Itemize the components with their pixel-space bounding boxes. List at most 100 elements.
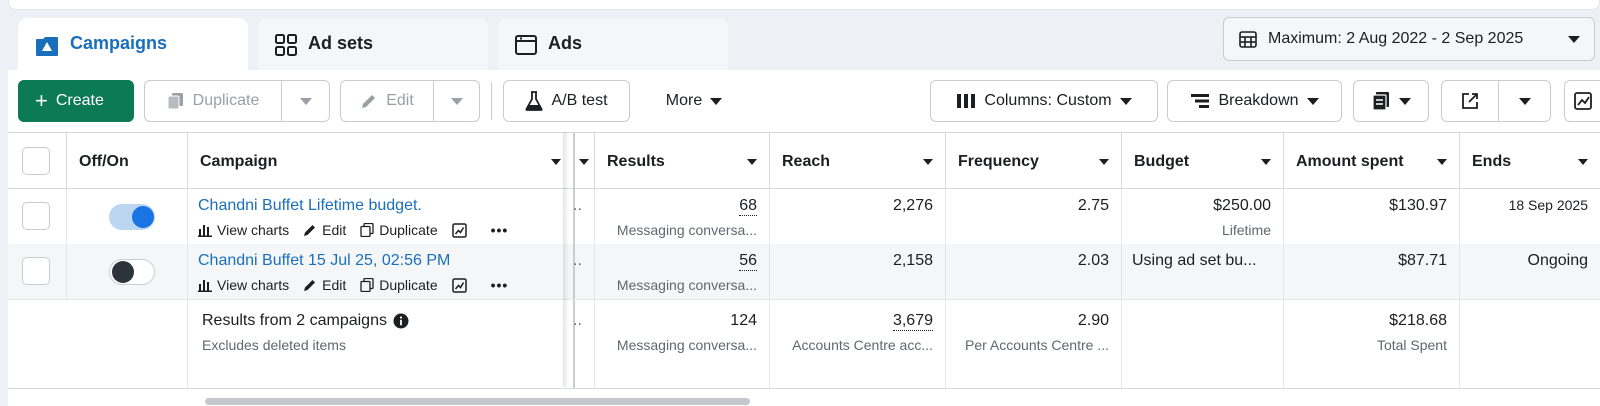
amount-spent-value: $130.97 <box>1389 197 1447 214</box>
create-label: Create <box>55 92 104 109</box>
reports-button[interactable] <box>1353 80 1429 122</box>
date-range-button[interactable]: Maximum: 2 Aug 2022 - 2 Sep 2025 <box>1223 17 1595 61</box>
reach-value: 2,158 <box>892 252 933 269</box>
chevron-down-icon <box>1519 97 1531 105</box>
export-button[interactable] <box>1442 81 1498 121</box>
ends-value: Ongoing <box>1527 252 1589 269</box>
tab-campaigns[interactable]: Campaigns <box>18 18 248 78</box>
results-cell: 68 Messaging conversa... <box>595 189 770 244</box>
duplicate-icon <box>360 278 374 292</box>
duplicate-icon <box>167 93 183 110</box>
column-header-budget[interactable]: Budget <box>1122 133 1284 190</box>
summary-results-cell: 124 Messaging conversa... <box>595 300 770 388</box>
more-button[interactable]: More <box>644 80 744 122</box>
charts-button[interactable] <box>1564 80 1600 122</box>
summary-subtitle: Excludes deleted items <box>202 337 346 353</box>
edit-button[interactable]: Edit <box>341 81 433 121</box>
tab-ad-sets[interactable]: Ad sets <box>258 18 488 78</box>
amount-spent-cell: $130.97 <box>1284 189 1460 244</box>
chart-trend-action[interactable] <box>451 277 467 293</box>
summary-amount-spent: $218.68 <box>1389 312 1447 329</box>
duplicate-button[interactable]: Duplicate <box>145 81 281 121</box>
row-checkbox[interactable] <box>22 257 50 285</box>
results-value[interactable]: 68 <box>739 197 757 216</box>
frequency-cell: 2.75 <box>946 189 1122 244</box>
row-checkbox[interactable] <box>22 202 50 230</box>
header-label: Off/On <box>79 152 129 170</box>
export-icon <box>1462 93 1478 109</box>
view-charts-action[interactable]: View charts <box>198 277 289 293</box>
budget-cell[interactable]: Using ad set bu... <box>1122 244 1284 299</box>
column-header-ends[interactable]: Ends <box>1460 133 1600 190</box>
more-options-icon[interactable]: ••• <box>491 222 509 238</box>
hidden-cell: .. <box>573 300 595 388</box>
column-header-amount-spent[interactable]: Amount spent <box>1284 133 1460 190</box>
edit-dropdown[interactable] <box>434 81 480 121</box>
select-all-checkbox[interactable] <box>22 147 50 175</box>
reports-icon <box>1372 92 1389 111</box>
budget-cell[interactable]: $250.00 Lifetime <box>1122 189 1284 244</box>
edit-action[interactable]: Edit <box>303 222 346 238</box>
chevron-down-icon <box>1119 97 1132 105</box>
campaign-toggle[interactable] <box>109 259 155 285</box>
header-label: Amount spent <box>1296 152 1404 170</box>
toggle-cell <box>66 244 188 299</box>
column-header-off-on[interactable]: Off/On <box>66 133 188 190</box>
horizontal-scrollbar[interactable] <box>205 398 750 405</box>
column-header-reach[interactable]: Reach <box>770 133 946 190</box>
create-button[interactable]: + Create <box>18 80 134 122</box>
column-header-results[interactable]: Results <box>595 133 770 190</box>
action-label: Edit <box>322 277 347 293</box>
frequency-cell: 2.03 <box>946 244 1122 299</box>
table-row[interactable]: Chandni Buffet Lifetime budget. View cha… <box>8 189 1600 244</box>
plus-icon: + <box>35 88 48 113</box>
more-options-icon[interactable]: ••• <box>491 277 509 293</box>
bar-chart-icon <box>198 225 212 237</box>
ellipsis: .. <box>573 312 582 329</box>
calendar-icon <box>1239 31 1257 48</box>
summary-frequency: 2.90 <box>1077 312 1109 329</box>
summary-spacer <box>8 300 188 388</box>
results-value[interactable]: 56 <box>739 252 757 271</box>
table-row[interactable]: Chandni Buffet 15 Jul 25, 02:56 PM View … <box>8 244 1600 299</box>
duplicate-dropdown[interactable] <box>282 81 330 121</box>
header-label: Budget <box>1134 152 1190 170</box>
column-header-campaign[interactable]: Campaign <box>188 133 575 190</box>
columns-button[interactable]: Columns: Custom <box>930 80 1158 122</box>
tab-ads[interactable]: Ads <box>498 18 728 78</box>
summary-title: Results from 2 campaigns <box>202 312 387 329</box>
edit-action[interactable]: Edit <box>303 277 346 293</box>
ellipsis: .. <box>573 252 582 269</box>
ellipsis: .. <box>573 197 582 214</box>
breakdown-button[interactable]: Breakdown <box>1167 80 1342 122</box>
ab-test-label: A/B test <box>551 92 608 109</box>
column-header-frequency[interactable]: Frequency <box>946 133 1122 190</box>
toolbar-divider <box>491 82 492 120</box>
column-header-hidden[interactable] <box>575 133 595 190</box>
action-label: Duplicate <box>379 277 438 293</box>
info-icon[interactable] <box>393 313 409 329</box>
duplicate-action[interactable]: Duplicate <box>360 277 438 293</box>
reach-value: 2,276 <box>892 197 933 214</box>
ab-test-button[interactable]: A/B test <box>503 80 630 122</box>
summary-title-wrap: Results from 2 campaigns <box>202 312 409 330</box>
summary-reach[interactable]: 3,679 <box>892 312 933 331</box>
export-dropdown[interactable] <box>1499 81 1551 121</box>
toggle-cell <box>66 189 188 244</box>
chevron-down-icon <box>551 158 561 165</box>
amount-spent-cell: $87.71 <box>1284 244 1460 299</box>
frozen-column-shadow <box>563 132 569 387</box>
campaign-cell: Chandni Buffet Lifetime budget. View cha… <box>188 189 575 244</box>
view-charts-action[interactable]: View charts <box>198 222 289 238</box>
table-header: Off/On Campaign Results Reach Frequency <box>8 132 1600 190</box>
campaign-name-link[interactable]: Chandni Buffet Lifetime budget. <box>198 197 422 215</box>
row-actions: View charts Edit Duplicate ••• <box>198 277 508 293</box>
summary-reach-sub: Accounts Centre acc... <box>792 337 933 353</box>
campaign-toggle[interactable] <box>109 204 155 230</box>
campaign-name-link[interactable]: Chandni Buffet 15 Jul 25, 02:56 PM <box>198 252 450 270</box>
chevron-down-icon <box>710 97 723 105</box>
trend-chart-icon <box>451 277 467 293</box>
header-label: Ends <box>1472 152 1512 170</box>
duplicate-action[interactable]: Duplicate <box>360 222 438 238</box>
chart-trend-action[interactable] <box>451 222 467 238</box>
